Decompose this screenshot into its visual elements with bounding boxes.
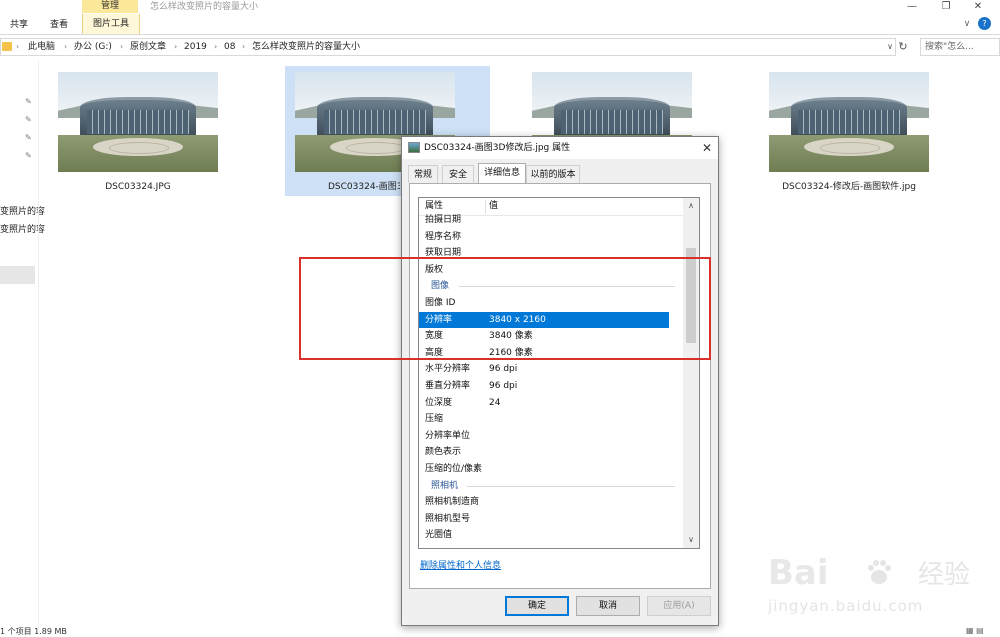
search-input[interactable]: 搜索"怎么... [920,38,1000,56]
list-item[interactable]: 颜色表示 [419,444,683,461]
paw-icon [868,560,891,584]
pane-divider[interactable] [38,60,39,630]
address-dropdown-icon[interactable]: ∨ [884,38,896,56]
tab-details[interactable]: 详细信息 [478,163,526,184]
list-item[interactable]: 压缩 [419,411,683,428]
file-thumbnail[interactable] [58,72,218,172]
nav-item-selected[interactable] [0,266,35,284]
group-header-camera: 照相机 [419,478,683,495]
baidu-watermark: Bai 经验 jingyan.baidu.com [768,553,998,623]
dialog-title: DSC03324-画图3D修改后.jpg 属性 [424,143,571,153]
breadcrumb-this-pc[interactable]: 此电脑 [28,38,55,56]
chevron-right-icon: › [16,42,20,51]
list-item[interactable]: 照相机制造商 [419,494,683,511]
list-item[interactable]: 光圈值 [419,527,683,544]
breadcrumb-year[interactable]: 2019 [184,38,207,56]
list-item[interactable]: 分辨率单位 [419,428,683,445]
tab-share[interactable]: 共享 [10,16,28,34]
list-item[interactable]: 位深度 24 [419,395,683,412]
ribbon-tabs [0,14,1000,35]
watermark-brand: Bai [768,553,829,593]
help-icon[interactable]: ? [978,17,991,30]
chevron-down-icon[interactable]: ∨ [960,16,974,32]
list-item[interactable]: 拍摄日期 [419,212,683,229]
pin-icon[interactable]: ✎ [25,134,33,142]
watermark-brand-cn: 经验 [918,560,971,590]
watermark-url: jingyan.baidu.com [768,597,924,615]
tab-view[interactable]: 查看 [50,16,68,34]
breadcrumb-drive[interactable]: 办公 (G:) [74,38,112,56]
chevron-right-icon: › [214,42,218,51]
breadcrumb-folder[interactable]: 原创文章 [130,38,166,56]
file-name-selected[interactable]: DSC03324-画图3D修改后.jpg [288,180,400,194]
breadcrumb-current[interactable]: 怎么样改变照片的容量大小 [252,38,360,56]
chevron-down-icon[interactable]: ∨ [683,532,699,548]
pin-icon[interactable]: ✎ [25,98,33,106]
list-item[interactable]: 照相机型号 [419,511,683,528]
remove-properties-link[interactable]: 删除属性和个人信息 [420,559,501,573]
list-item[interactable]: 水平分辨率 96 dpi [419,361,683,378]
annotation-highlight-box [299,257,711,360]
chevron-right-icon: › [242,42,246,51]
file-name[interactable]: DSC03324-修改后-画图软件.jpg [754,180,944,194]
status-text: 1 个项目 1.89 MB [0,627,67,636]
ok-button[interactable]: 确定 [505,596,569,616]
close-icon[interactable]: ✕ [696,137,718,159]
chevron-right-icon: › [64,42,68,51]
tab-picture-tools[interactable]: 图片工具 [82,14,140,34]
list-item[interactable]: 压缩的位/像素 [419,461,683,478]
tab-manage[interactable]: 管理 [82,0,138,13]
properties-dialog: DSC03324-画图3D修改后.jpg 属性 ✕ 常规 安全 详细信息 以前的… [401,136,719,626]
properties-list[interactable]: 属性 值 拍摄日期 程序名称 获取日期 版权 图像 图像 ID 分辨率 3840 … [418,197,700,549]
apply-button[interactable]: 应用(A) [647,596,711,616]
restore-button[interactable]: ❐ [932,0,960,14]
pin-icon[interactable]: ✎ [25,152,33,160]
chevron-right-icon: › [174,42,178,51]
pin-icon[interactable]: ✎ [25,116,33,124]
minimize-button[interactable]: — [898,0,926,14]
image-file-icon [408,142,420,153]
close-window-button[interactable]: ✕ [964,0,992,14]
tab-general[interactable]: 常规 [408,165,438,183]
list-item[interactable]: 垂直分辨率 96 dpi [419,378,683,395]
window-title: 怎么样改变照片的容量大小 [150,2,259,12]
list-item[interactable]: 程序名称 [419,229,683,246]
cancel-button[interactable]: 取消 [576,596,640,616]
breadcrumb-month[interactable]: 08 [224,38,235,56]
chevron-right-icon: › [120,42,124,51]
tab-previous-versions[interactable]: 以前的版本 [526,165,580,183]
file-name[interactable]: DSC03324.JPG [58,180,218,194]
chevron-up-icon[interactable]: ∧ [683,198,699,214]
tab-security[interactable]: 安全 [442,165,474,183]
view-toggle-icon[interactable]: ▦ ▤ [966,626,996,637]
file-thumbnail[interactable] [769,72,929,172]
folder-icon [2,42,12,51]
refresh-icon[interactable]: ↻ [896,38,910,56]
